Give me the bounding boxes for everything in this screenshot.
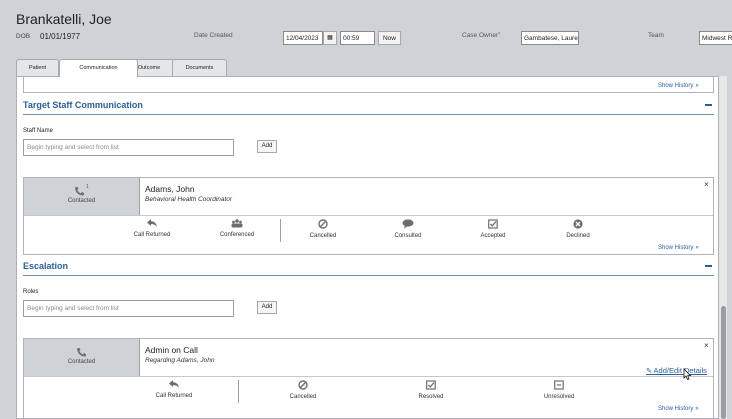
scrollbar-thumb[interactable] (721, 306, 726, 419)
phone-icon (77, 348, 86, 357)
action-label: Cancelled (309, 233, 337, 239)
cancel-icon (318, 219, 328, 229)
contacted-button[interactable]: 1 Contacted (24, 178, 140, 215)
contact-card-adams-john: 1 Contacted Adams, John Behavioral Healt… (23, 177, 714, 255)
phone-icon (75, 187, 84, 196)
communication-panel: Show History» Target Staff Communication… (16, 76, 719, 419)
contacted-button[interactable]: Contacted (24, 339, 140, 376)
action-conferenced[interactable]: Conferenced (212, 219, 262, 238)
card-divider (24, 215, 713, 216)
action-cancelled[interactable]: Cancelled (278, 380, 328, 400)
action-declined[interactable]: Declined (553, 219, 603, 239)
person-role: Behavioral Health Coordinator (145, 196, 233, 203)
add-role-button[interactable]: Add (257, 301, 277, 314)
action-call-returned[interactable]: Call Returned (127, 219, 177, 238)
team-label: Team (648, 32, 664, 39)
dob-label: DOB (16, 33, 31, 40)
show-history-link[interactable]: Show History» (658, 83, 699, 89)
declined-icon (573, 219, 583, 229)
case-owner-label-text: Case Owner (462, 32, 499, 39)
action-resolved[interactable]: Resolved (406, 380, 456, 400)
mouse-pointer-icon (683, 368, 692, 380)
pencil-icon: ✎ (646, 368, 652, 375)
action-label: Unresolved (543, 394, 575, 400)
section-title-escalation: Escalation (23, 261, 69, 271)
action-label: Call Returned (133, 232, 171, 238)
action-unresolved[interactable]: Unresolved (534, 380, 584, 400)
section-divider (23, 114, 714, 115)
contacted-label: Contacted (67, 198, 96, 204)
card-divider (24, 376, 713, 377)
escalation-role-name: Admin on Call (145, 345, 198, 355)
add-edit-details-link[interactable]: ✎ Add/Edit Details (646, 366, 707, 375)
action-label: Cancelled (289, 394, 317, 400)
person-name: Adams, John (145, 184, 195, 194)
show-history-text: Show History (658, 83, 694, 89)
action-label: Resolved (418, 394, 444, 400)
close-icon[interactable]: × (704, 341, 709, 350)
chevron-down-icon: » (695, 245, 699, 251)
contact-count: 1 (86, 184, 89, 190)
action-label: Conferenced (219, 232, 255, 238)
roles-input[interactable]: Begin typing and select from list (23, 300, 234, 317)
show-history-text: Show History (658, 245, 694, 251)
action-separator (280, 219, 281, 242)
contacted-label: Contacted (67, 359, 96, 365)
staff-name-input[interactable]: Begin typing and select from list (23, 139, 234, 156)
show-history-link[interactable]: Show History» (658, 406, 699, 412)
action-call-returned[interactable]: Call Returned (149, 380, 199, 399)
close-icon[interactable]: × (704, 180, 709, 189)
calendar-icon: ▦ (327, 35, 333, 41)
required-marker: * (498, 32, 501, 38)
tab-documents[interactable]: Documents (172, 59, 227, 76)
action-label: Declined (566, 233, 590, 239)
section-divider (23, 275, 714, 276)
time-field[interactable]: 00:59 (340, 31, 375, 45)
date-field[interactable]: 12/04/2023 (283, 31, 323, 45)
action-cancelled[interactable]: Cancelled (298, 219, 348, 239)
unchecked-box-icon (554, 380, 564, 390)
dob-value: 01/01/1977 (40, 32, 81, 41)
case-owner-label: Case Owner* (462, 32, 500, 39)
reply-icon (146, 219, 157, 227)
action-label: Consulted (394, 233, 422, 239)
reply-icon (168, 380, 179, 388)
action-separator (238, 380, 239, 403)
previous-contact-card: Show History» (23, 77, 714, 93)
chevron-down-icon: » (695, 83, 699, 89)
date-created-label: Date Created (194, 32, 233, 39)
add-staff-button[interactable]: Add (257, 140, 277, 153)
tab-patient[interactable]: Patient (16, 59, 59, 76)
patient-name: Brankatelli, Joe (16, 11, 112, 27)
section-title-target-staff: Target Staff Communication (23, 100, 143, 110)
action-consulted[interactable]: Consulted (383, 219, 433, 239)
calendar-button[interactable]: ▦ (323, 31, 337, 45)
collapse-target-staff-button[interactable] (705, 104, 712, 106)
show-history-link[interactable]: Show History» (658, 245, 699, 251)
chevron-down-icon: » (695, 406, 699, 412)
team-field[interactable]: Midwest Re (699, 31, 732, 45)
now-button[interactable]: Now (378, 31, 401, 45)
roles-label: Roles (23, 289, 39, 295)
action-label: Accepted (480, 233, 506, 239)
patient-header: Brankatelli, Joe DOB 01/01/1977 Date Cre… (0, 0, 732, 60)
group-icon (231, 219, 243, 228)
chat-icon (402, 219, 414, 229)
staff-name-label: Staff Name (23, 128, 53, 134)
collapse-escalation-button[interactable] (705, 265, 712, 267)
add-edit-details-text: Add/Edit Details (653, 366, 707, 375)
tab-communication[interactable]: Communication (59, 59, 138, 77)
cancel-icon (298, 380, 308, 390)
checkbox-icon (488, 219, 498, 229)
escalation-regarding: Regarding Adams, John (145, 357, 215, 364)
action-accepted[interactable]: Accepted (468, 219, 518, 239)
show-history-text: Show History (658, 406, 694, 412)
contact-card-admin-on-call: Contacted Admin on Call Regarding Adams,… (23, 338, 714, 418)
checkbox-icon (426, 380, 436, 390)
action-label: Call Returned (155, 393, 193, 399)
case-owner-field[interactable]: Gambatese, Lauren (521, 31, 579, 45)
